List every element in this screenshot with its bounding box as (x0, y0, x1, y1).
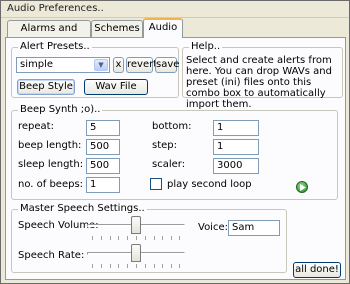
step-field[interactable]: 1 (213, 139, 259, 155)
tab-alarms-and-chimes[interactable]: Alarms and Chimes (7, 20, 91, 49)
help-text: Select and create alerts from here. You … (186, 55, 332, 110)
audio-preferences-window: Audio Preferences.. Alarms and Chimes Sc… (0, 0, 350, 284)
sleep-length-label: sleep length: (18, 159, 84, 170)
master-speech-settings-label: Master Speech Settings.. (18, 203, 147, 214)
number-of-beeps-field[interactable]: 1 (86, 177, 120, 193)
clear-preset-button[interactable]: x (113, 57, 124, 73)
help-group: Help.. Select and create alerts from her… (182, 41, 343, 110)
audio-tab-panel: Alert Presets.. simple ▼ x revert save B… (5, 37, 346, 280)
beep-style-button[interactable]: Beep Style (17, 79, 75, 95)
tab-audio[interactable]: Audio (143, 18, 183, 38)
speech-volume-ticks (92, 236, 180, 240)
alert-preset-combo[interactable]: simple ▼ (16, 57, 110, 73)
number-of-beeps-label: no. of beeps: (18, 179, 84, 190)
play-second-loop-checkbox[interactable] (150, 178, 162, 190)
beep-synth-label: Beep Synth ;o).. (18, 104, 103, 115)
play-icon[interactable] (296, 181, 308, 193)
wav-file-button[interactable]: Wav File (84, 79, 148, 95)
chevron-down-icon[interactable]: ▼ (94, 59, 108, 71)
scaler-field[interactable]: 3000 (213, 158, 259, 174)
revert-button[interactable]: revert (126, 57, 157, 73)
tab-schemes[interactable]: Schemes (91, 20, 143, 37)
beep-length-label: beep length: (18, 140, 82, 151)
beep-synth-group: Beep Synth ;o).. repeat: 5 beep length: … (11, 104, 338, 200)
step-label: step: (152, 140, 177, 151)
speech-volume-slider[interactable] (131, 216, 141, 234)
alert-preset-value: simple (20, 59, 54, 70)
master-speech-settings-group: Master Speech Settings.. Speech Volume: … (11, 203, 287, 273)
sleep-length-field[interactable]: 500 (86, 158, 120, 174)
beep-length-field[interactable]: 500 (86, 139, 120, 155)
speech-rate-label: Speech Rate: (18, 250, 85, 261)
all-done-button[interactable]: all done! (293, 262, 341, 278)
alert-presets-label: Alert Presets.. (18, 41, 92, 52)
repeat-field[interactable]: 5 (86, 120, 120, 136)
save-button[interactable]: save (155, 57, 179, 73)
help-label: Help.. (189, 41, 223, 52)
alert-presets-group: Alert Presets.. simple ▼ x revert save B… (11, 41, 179, 98)
bottom-label: bottom: (152, 121, 192, 132)
bottom-field[interactable]: 1 (213, 120, 259, 136)
speech-rate-slider[interactable] (131, 244, 141, 262)
title-bar: Audio Preferences.. (1, 1, 349, 18)
voice-field[interactable]: Sam (228, 220, 280, 236)
speech-rate-ticks (92, 264, 180, 268)
voice-label: Voice: (198, 222, 228, 233)
play-second-loop-label: play second loop (167, 179, 252, 190)
scaler-label: scaler: (152, 159, 186, 170)
repeat-label: repeat: (18, 121, 54, 132)
window-title: Audio Preferences.. (7, 3, 104, 14)
